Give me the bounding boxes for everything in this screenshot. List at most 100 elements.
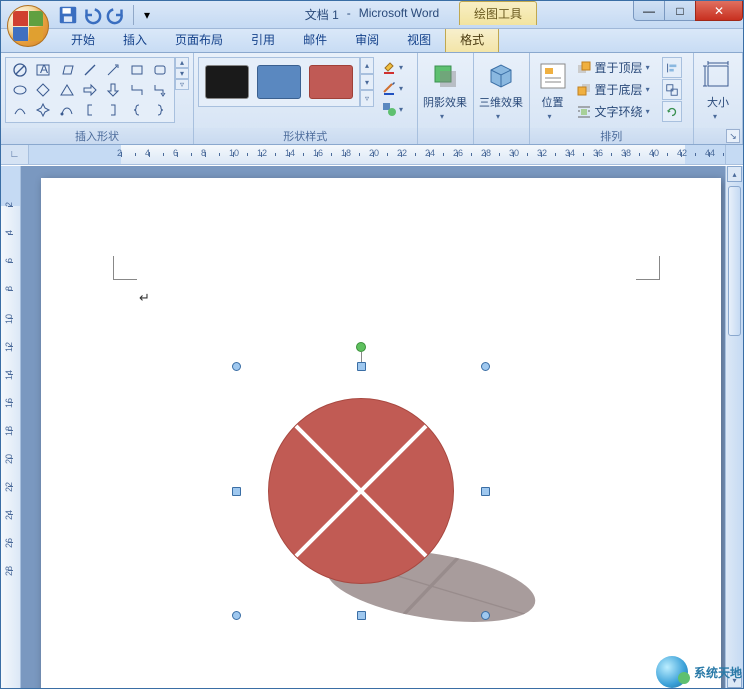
tab-review[interactable]: 审阅 bbox=[341, 27, 393, 52]
quick-access-toolbar: ▾ bbox=[53, 4, 153, 26]
margin-corner-tl-icon bbox=[113, 256, 137, 280]
size-dialog-launcher-icon[interactable]: ↘ bbox=[726, 129, 740, 143]
style-scroll-down-icon[interactable]: ▾ bbox=[360, 74, 374, 91]
horizontal-ruler[interactable]: 2468101214161820222426283032343638404244… bbox=[29, 145, 725, 164]
shape-triangle-icon[interactable] bbox=[55, 80, 78, 100]
size-button[interactable]: 大小 ▾ bbox=[698, 57, 738, 123]
globe-icon bbox=[656, 656, 688, 688]
tab-insert[interactable]: 插入 bbox=[109, 27, 161, 52]
resize-handle-e[interactable] bbox=[481, 487, 490, 496]
shape-diamond-icon[interactable] bbox=[31, 80, 54, 100]
vertical-ruler[interactable]: 246810121416182022242628 bbox=[1, 166, 21, 688]
resize-handle-nw[interactable] bbox=[232, 362, 241, 371]
shape-elbow-arrow-icon[interactable] bbox=[149, 80, 172, 100]
qat-customize-icon[interactable]: ▾ bbox=[141, 4, 153, 26]
close-button[interactable]: ✕ bbox=[695, 1, 743, 21]
tab-format[interactable]: 格式 bbox=[445, 26, 499, 52]
shape-lbrace-icon[interactable] bbox=[125, 100, 148, 120]
3d-effects-button[interactable]: 三维效果 ▾ bbox=[476, 57, 526, 123]
resize-handle-se[interactable] bbox=[481, 611, 490, 620]
style-swatch-black[interactable] bbox=[205, 65, 249, 99]
document-name: 文档 1 bbox=[305, 6, 339, 23]
paragraph-mark-icon: ↵ bbox=[139, 290, 150, 306]
group-shape-styles-label: 形状样式 bbox=[194, 128, 417, 144]
tab-home[interactable]: 开始 bbox=[57, 27, 109, 52]
shape-freeform-icon[interactable] bbox=[55, 100, 78, 120]
scroll-thumb[interactable] bbox=[728, 186, 741, 336]
resize-handle-w[interactable] bbox=[232, 487, 241, 496]
minimize-button[interactable]: — bbox=[633, 1, 665, 21]
shape-ellipse-icon[interactable] bbox=[8, 80, 31, 100]
shape-curve-icon[interactable] bbox=[8, 100, 31, 120]
shape-down-arrow-icon[interactable] bbox=[102, 80, 125, 100]
shape-fill-button[interactable]: ▾ bbox=[378, 57, 412, 77]
circle-shape[interactable] bbox=[268, 398, 454, 584]
shape-no-symbol-icon[interactable] bbox=[8, 60, 31, 80]
horizontal-ruler-row: ∟ 24681012141618202224262830323436384042… bbox=[1, 145, 743, 165]
shape-elbow-connector-icon[interactable] bbox=[125, 80, 148, 100]
group-button-icon[interactable] bbox=[662, 79, 682, 100]
send-to-back-button[interactable]: 置于底层▾ bbox=[572, 79, 660, 100]
bring-to-front-button[interactable]: 置于顶层▾ bbox=[572, 57, 660, 78]
shape-textbox-icon[interactable]: A bbox=[31, 60, 54, 80]
text-wrap-button[interactable]: 文字环绕▾ bbox=[572, 101, 660, 122]
style-scroll-up-icon[interactable]: ▴ bbox=[360, 57, 374, 74]
rotation-handle-icon[interactable] bbox=[356, 342, 366, 352]
ribbon-tabs: 开始 插入 页面布局 引用 邮件 审阅 视图 格式 bbox=[1, 29, 743, 53]
change-shape-button[interactable]: ▾ bbox=[378, 99, 412, 119]
shape-rectangle-icon[interactable] bbox=[125, 60, 148, 80]
ribbon: A bbox=[1, 53, 743, 145]
gallery-scroll-down-icon[interactable]: ▾ bbox=[175, 68, 189, 79]
save-icon[interactable] bbox=[57, 4, 79, 26]
shape-rbracket-icon[interactable] bbox=[102, 100, 125, 120]
shape-outline-button[interactable]: ▾ bbox=[378, 78, 412, 98]
shape-star4-icon[interactable] bbox=[31, 100, 54, 120]
shape-parallelogram-icon[interactable] bbox=[55, 60, 78, 80]
shape-rbrace-icon[interactable] bbox=[149, 100, 172, 120]
position-button[interactable]: 位置 ▾ bbox=[534, 57, 572, 123]
page: ↵ bbox=[41, 178, 721, 688]
shape-right-arrow-icon[interactable] bbox=[78, 80, 101, 100]
gallery-more-icon[interactable]: ▿ bbox=[175, 79, 189, 90]
watermark: 系统天地 bbox=[656, 656, 742, 688]
resize-handle-sw[interactable] bbox=[232, 611, 241, 620]
rotate-button-icon[interactable] bbox=[662, 101, 682, 122]
shape-rounded-rect-icon[interactable] bbox=[149, 60, 172, 80]
tab-view[interactable]: 视图 bbox=[393, 27, 445, 52]
tab-pagelayout[interactable]: 页面布局 bbox=[161, 27, 237, 52]
shape-gallery[interactable]: A bbox=[5, 57, 175, 123]
document-viewport[interactable]: ↵ bbox=[21, 166, 725, 688]
style-more-icon[interactable]: ▿ bbox=[360, 90, 374, 107]
watermark-text: 系统天地 bbox=[694, 664, 742, 681]
vertical-scrollbar[interactable]: ▴ ▾ bbox=[725, 166, 743, 688]
shadow-effects-button[interactable]: 阴影效果 ▾ bbox=[420, 57, 470, 123]
undo-icon[interactable] bbox=[81, 4, 103, 26]
maximize-button[interactable]: □ bbox=[664, 1, 696, 21]
office-button[interactable] bbox=[7, 5, 49, 47]
shape-arrow-line-icon[interactable] bbox=[102, 60, 125, 80]
resize-handle-ne[interactable] bbox=[481, 362, 490, 371]
shape-lbracket-icon[interactable] bbox=[78, 100, 101, 120]
scroll-up-icon[interactable]: ▴ bbox=[727, 166, 742, 182]
selected-shape[interactable] bbox=[236, 366, 486, 616]
gallery-scroll-up-icon[interactable]: ▴ bbox=[175, 57, 189, 68]
tab-mailings[interactable]: 邮件 bbox=[289, 27, 341, 52]
svg-text:A: A bbox=[40, 62, 48, 76]
group-insert-shapes-label: 插入形状 bbox=[1, 128, 193, 144]
app-name: Microsoft Word bbox=[359, 6, 439, 23]
tab-references[interactable]: 引用 bbox=[237, 27, 289, 52]
style-swatch-blue[interactable] bbox=[257, 65, 301, 99]
window-title: 文档 1 - Microsoft Word bbox=[305, 6, 439, 23]
resize-handle-s[interactable] bbox=[357, 611, 366, 620]
title-bar: ▾ 文档 1 - Microsoft Word 绘图工具 — □ ✕ bbox=[1, 1, 743, 29]
redo-icon[interactable] bbox=[105, 4, 127, 26]
resize-handle-n[interactable] bbox=[357, 362, 366, 371]
group-arrange-label: 排列 bbox=[530, 128, 693, 144]
style-swatch-red[interactable] bbox=[309, 65, 353, 99]
shape-line-icon[interactable] bbox=[78, 60, 101, 80]
margin-corner-tr-icon bbox=[636, 256, 660, 280]
tab-selector-icon[interactable]: ∟ bbox=[1, 145, 29, 164]
contextual-tab-label: 绘图工具 bbox=[459, 1, 537, 25]
shape-style-gallery[interactable] bbox=[198, 57, 360, 107]
align-button-icon[interactable] bbox=[662, 57, 682, 78]
